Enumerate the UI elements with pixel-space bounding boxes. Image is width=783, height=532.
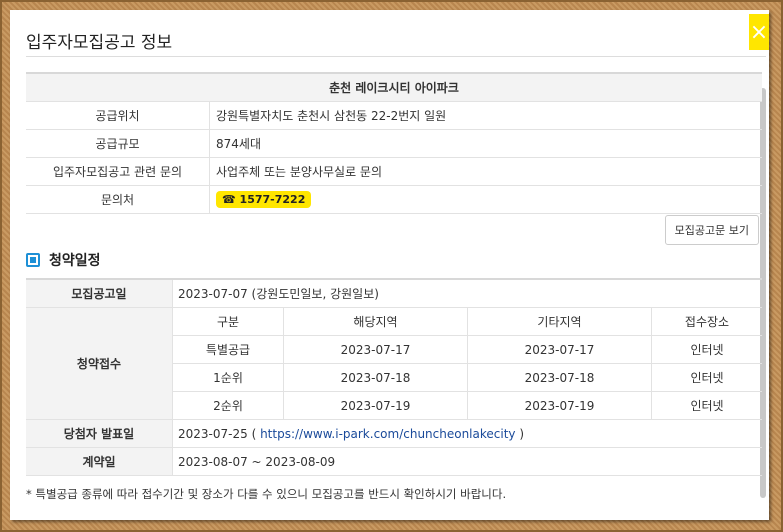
winner-link[interactable]: https://www.i-park.com/chuncheonlakecity — [260, 427, 515, 441]
complex-info-table: 춘천 레이크시티 아이파크 공급위치 강원특별자치도 춘천시 삼천동 22-2번… — [26, 72, 762, 214]
phone-number: 1577-7222 — [239, 193, 306, 206]
phone-icon: ☎ — [222, 193, 236, 206]
winner-date: 2023-07-25 — [178, 426, 248, 441]
complex-name: 춘천 레이크시티 아이파크 — [26, 72, 762, 102]
close-button[interactable]: × — [749, 14, 769, 50]
paren-open: ( — [247, 426, 261, 441]
phone-badge[interactable]: ☎ 1577-7222 — [216, 191, 312, 208]
contact-label: 문의처 — [26, 185, 210, 214]
schedule-cell: 인터넷 — [651, 363, 762, 392]
supply-location-label: 공급위치 — [26, 101, 210, 130]
popup-title: 입주자모집공고 정보 — [26, 33, 173, 53]
schedule-cell: 2023-07-18 — [467, 363, 652, 392]
schedule-section-title: 청약일정 — [26, 250, 101, 270]
announce-date-value: 2023-07-07 (강원도민일보, 강원일보) — [172, 278, 762, 308]
table-row: 문의처 ☎ 1577-7222 — [26, 185, 762, 214]
table-row: 입주자모집공고 관련 문의 사업주체 또는 분양사무실로 문의 — [26, 157, 762, 186]
table-row: 모집공고일 2023-07-07 (강원도민일보, 강원일보) — [26, 278, 762, 308]
schedule-cell: 2023-07-17 — [467, 335, 652, 364]
col-header-other: 기타지역 — [467, 307, 652, 336]
schedule-cell: 2023-07-18 — [283, 363, 468, 392]
schedule-cell: 2023-07-17 — [283, 335, 468, 364]
schedule-cell: 2023-07-19 — [283, 391, 468, 420]
schedule-cell: 인터넷 — [651, 335, 762, 364]
contract-date-value: 2023-08-07 ~ 2023-08-09 — [172, 447, 762, 476]
square-bullet-icon — [26, 253, 40, 267]
footnote: * 특별공급 종류에 따라 접수기간 및 장소가 다를 수 있으니 모집공고를 … — [26, 487, 507, 501]
schedule-cell: 2순위 — [172, 391, 284, 420]
winner-date-label: 당첨자 발표일 — [26, 419, 173, 448]
table-row: 춘천 레이크시티 아이파크 — [26, 72, 762, 102]
table-row: 청약접수 구분 해당지역 기타지역 접수장소 — [26, 307, 762, 420]
announce-date-label: 모집공고일 — [26, 278, 173, 308]
contract-date-label: 계약일 — [26, 447, 173, 476]
supply-location-value: 강원특별자치도 춘천시 삼천동 22-2번지 일원 — [209, 101, 762, 130]
application-label: 청약접수 — [26, 307, 173, 420]
col-header-place: 접수장소 — [651, 307, 762, 336]
table-row: 공급위치 강원특별자치도 춘천시 삼천동 22-2번지 일원 — [26, 101, 762, 130]
winner-date-value: 2023-07-25 ( https://www.i-park.com/chun… — [172, 419, 762, 448]
view-notice-button[interactable]: 모집공고문 보기 — [664, 215, 759, 245]
schedule-cell: 인터넷 — [651, 391, 762, 420]
supply-size-label: 공급규모 — [26, 129, 210, 158]
schedule-cell: 2023-07-19 — [467, 391, 652, 420]
table-row: 공급규모 874세대 — [26, 129, 762, 158]
table-row: 당첨자 발표일 2023-07-25 ( https://www.i-park.… — [26, 419, 762, 448]
schedule-cell: 1순위 — [172, 363, 284, 392]
paren-close: ) — [515, 426, 525, 441]
col-header-local: 해당지역 — [283, 307, 468, 336]
col-header-type: 구분 — [172, 307, 284, 336]
close-icon: × — [749, 19, 769, 45]
inquiry-label: 입주자모집공고 관련 문의 — [26, 157, 210, 186]
schedule-title: 청약일정 — [49, 253, 101, 269]
table-row: 계약일 2023-08-07 ~ 2023-08-09 — [26, 447, 762, 476]
supply-size-value: 874세대 — [209, 129, 762, 158]
inquiry-value: 사업주체 또는 분양사무실로 문의 — [209, 157, 762, 186]
title-divider — [26, 56, 766, 57]
popup-window: × 입주자모집공고 정보 춘천 레이크시티 아이파크 공급위치 강원특별자치도 … — [10, 10, 769, 520]
schedule-table: 모집공고일 2023-07-07 (강원도민일보, 강원일보) 청약접수 구분 … — [26, 278, 762, 476]
schedule-cell: 특별공급 — [172, 335, 284, 364]
